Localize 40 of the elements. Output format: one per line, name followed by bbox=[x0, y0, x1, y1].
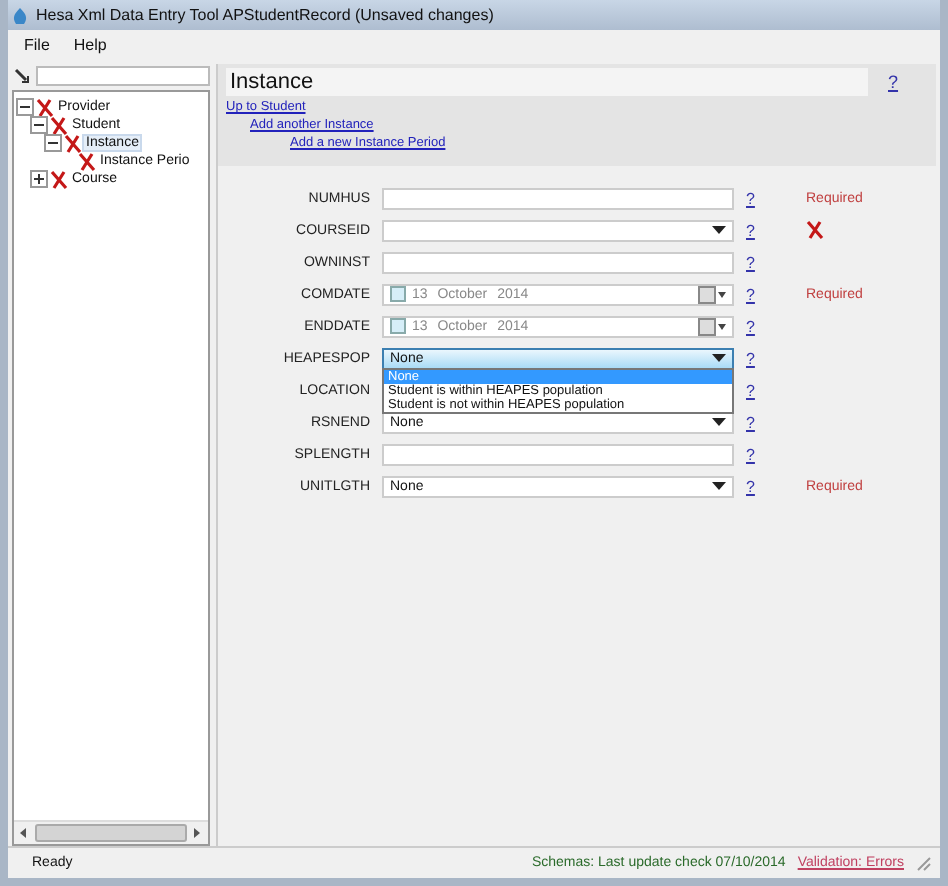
caret-icon bbox=[712, 354, 726, 362]
help-link[interactable]: ? bbox=[888, 72, 908, 92]
help-link[interactable]: ? bbox=[746, 477, 766, 495]
app-icon bbox=[10, 5, 30, 25]
resize-grip[interactable] bbox=[916, 855, 932, 871]
text-field[interactable] bbox=[382, 187, 734, 209]
collapse-icon[interactable] bbox=[30, 116, 48, 134]
error-icon bbox=[78, 151, 96, 171]
error-icon bbox=[50, 169, 68, 189]
horizontal-scrollbar[interactable] bbox=[14, 820, 208, 844]
search-field[interactable] bbox=[36, 65, 210, 85]
checkbox[interactable] bbox=[390, 286, 406, 302]
collapse-icon[interactable] bbox=[44, 134, 62, 152]
caret-icon bbox=[712, 482, 726, 490]
collapse-icon[interactable] bbox=[16, 98, 34, 116]
dropdown[interactable] bbox=[382, 219, 734, 241]
error-icon bbox=[64, 133, 82, 153]
help-link[interactable]: ? bbox=[746, 189, 766, 207]
help-link[interactable]: ? bbox=[746, 445, 766, 463]
window-title: Hesa Xml Data Entry Tool APStudentRecord (Unsaved changes) bbox=[36, 6, 494, 24]
help-link[interactable]: ? bbox=[746, 381, 766, 399]
caret-icon bbox=[712, 418, 726, 426]
help-link[interactable]: ? bbox=[746, 253, 766, 271]
help-link[interactable]: ? bbox=[746, 349, 766, 367]
text-field[interactable] bbox=[382, 251, 734, 273]
help-link[interactable]: ? bbox=[746, 413, 766, 431]
caret-icon bbox=[712, 226, 726, 234]
calendar-icon bbox=[698, 285, 726, 303]
help-link[interactable]: ? bbox=[746, 285, 766, 303]
calendar-icon bbox=[698, 317, 726, 335]
text-field[interactable] bbox=[382, 443, 734, 465]
help-link[interactable]: ? bbox=[746, 221, 766, 239]
panel-title: Instance bbox=[226, 68, 868, 96]
error-icon bbox=[50, 115, 68, 135]
checkbox[interactable] bbox=[390, 318, 406, 334]
error-icon bbox=[36, 97, 54, 117]
menu-item[interactable]: Help bbox=[73, 36, 107, 54]
menu-item[interactable]: File bbox=[24, 36, 50, 54]
help-link[interactable]: ? bbox=[746, 317, 766, 335]
expand-icon[interactable] bbox=[30, 170, 48, 188]
